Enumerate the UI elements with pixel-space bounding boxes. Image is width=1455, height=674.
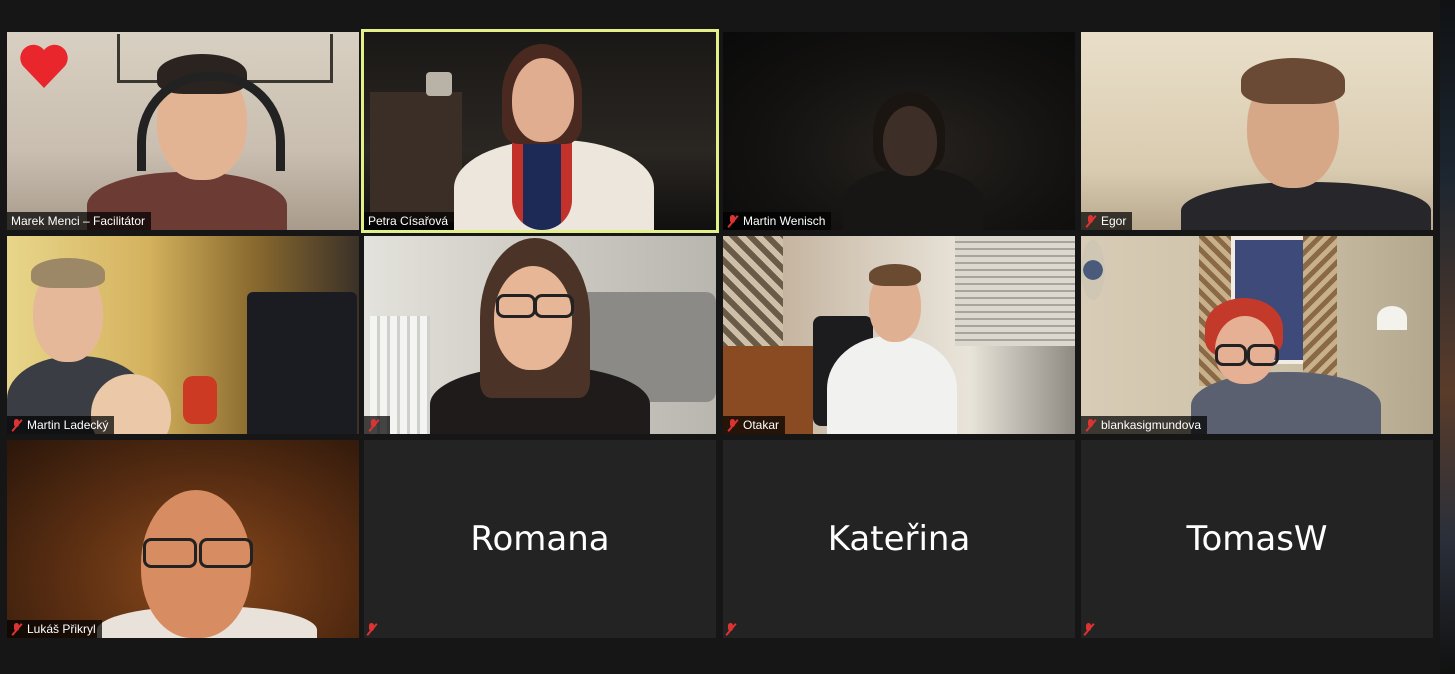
glasses-left xyxy=(496,294,536,318)
participant-tile-blanka[interactable]: blankasigmundova xyxy=(1081,236,1433,434)
participant-name: blankasigmundova xyxy=(1101,418,1202,432)
office-chair xyxy=(247,292,357,434)
participant-name: Otakar xyxy=(743,418,780,432)
person-hair xyxy=(31,258,105,288)
participant-display-name: Kateřina xyxy=(827,519,971,559)
window-blinds xyxy=(955,236,1075,346)
participant-name-label xyxy=(364,416,390,434)
participant-tile-egor[interactable]: Egor xyxy=(1081,32,1433,230)
person-body xyxy=(843,168,983,230)
glasses-left xyxy=(1215,344,1247,366)
participant-tile-martin-ladecky[interactable]: Martin Ladecký xyxy=(7,236,359,434)
participant-tile-katerina[interactable]: Kateřina xyxy=(723,440,1075,638)
wall-lamp xyxy=(1377,306,1407,330)
glasses-right xyxy=(199,538,253,568)
participant-name-label: Otakar xyxy=(723,416,786,434)
person-hair xyxy=(869,264,921,286)
video-feed xyxy=(7,236,359,434)
video-feed xyxy=(723,32,1075,230)
participant-name-label: Martin Wenisch xyxy=(723,212,832,230)
muted-mic-icon xyxy=(725,622,737,636)
participant-name: Lukáš Přikryl xyxy=(27,622,96,636)
video-grid: Marek Menci – Facilitátor Petra Císařová… xyxy=(0,0,1440,674)
participant-display-name: TomasW xyxy=(1186,519,1328,559)
participant-name: Egor xyxy=(1101,214,1127,228)
participant-tile-lukas[interactable]: Lukáš Přikryl xyxy=(7,440,359,638)
muted-mic-icon xyxy=(11,418,23,432)
glasses-left xyxy=(143,538,197,568)
dresser xyxy=(370,92,462,222)
muted-mic-icon xyxy=(11,622,23,636)
muted-mic-icon xyxy=(727,214,739,228)
participant-name-label: Egor xyxy=(1081,212,1133,230)
participant-name-label xyxy=(364,620,384,638)
person-body xyxy=(1191,372,1381,434)
video-feed xyxy=(364,236,716,434)
participant-name-label xyxy=(723,620,743,638)
toy xyxy=(183,376,217,424)
muted-mic-icon xyxy=(727,418,739,432)
curtain-right xyxy=(1303,236,1337,386)
person-body xyxy=(1181,182,1431,230)
muted-mic-icon xyxy=(368,418,380,432)
participant-display-name: Romana xyxy=(470,519,610,559)
muted-mic-icon xyxy=(1085,418,1097,432)
plant-pot xyxy=(426,72,452,96)
participant-tile-unnamed[interactable] xyxy=(364,236,716,434)
glasses-right xyxy=(534,294,574,318)
video-feed xyxy=(364,32,716,230)
video-feed xyxy=(7,440,359,638)
person-hair xyxy=(1241,58,1345,104)
participant-name: Marek Menci – Facilitátor xyxy=(11,214,146,228)
participant-tile-romana[interactable]: Romana xyxy=(364,440,716,638)
participant-tile-martin-wenisch[interactable]: Martin Wenisch xyxy=(723,32,1075,230)
person-body xyxy=(827,336,957,434)
participant-name-label: Lukáš Přikryl xyxy=(7,620,102,638)
participant-name-label: Marek Menci – Facilitátor xyxy=(7,212,152,230)
participant-tile-otakar[interactable]: Otakar xyxy=(723,236,1075,434)
muted-mic-icon xyxy=(1083,622,1095,636)
participant-name-label: blankasigmundova xyxy=(1081,416,1208,434)
participant-tile-tomasw[interactable]: TomasW xyxy=(1081,440,1433,638)
wall-decoration xyxy=(1081,240,1105,300)
person-head xyxy=(883,106,937,176)
muted-mic-icon xyxy=(366,622,378,636)
muted-mic-icon xyxy=(1085,214,1097,228)
participant-name: Petra Císařová xyxy=(368,214,449,228)
video-feed xyxy=(723,236,1075,434)
video-feed xyxy=(1081,32,1433,230)
desktop-background-edge xyxy=(1440,0,1455,674)
participant-name: Martin Wenisch xyxy=(743,214,826,228)
participant-name-label: Martin Ladecký xyxy=(7,416,115,434)
video-feed xyxy=(1081,236,1433,434)
participant-tile-petra[interactable]: Petra Císařová xyxy=(361,29,719,233)
participant-tile-marek[interactable]: Marek Menci – Facilitátor xyxy=(7,32,359,230)
participant-name: Martin Ladecký xyxy=(27,418,109,432)
person-head xyxy=(512,58,574,142)
heart-reaction-icon xyxy=(20,44,68,88)
participant-name-label xyxy=(1081,620,1101,638)
participant-name-label: Petra Císařová xyxy=(364,212,455,230)
glasses-right xyxy=(1247,344,1279,366)
scarf xyxy=(512,140,572,230)
person-head xyxy=(494,266,572,370)
